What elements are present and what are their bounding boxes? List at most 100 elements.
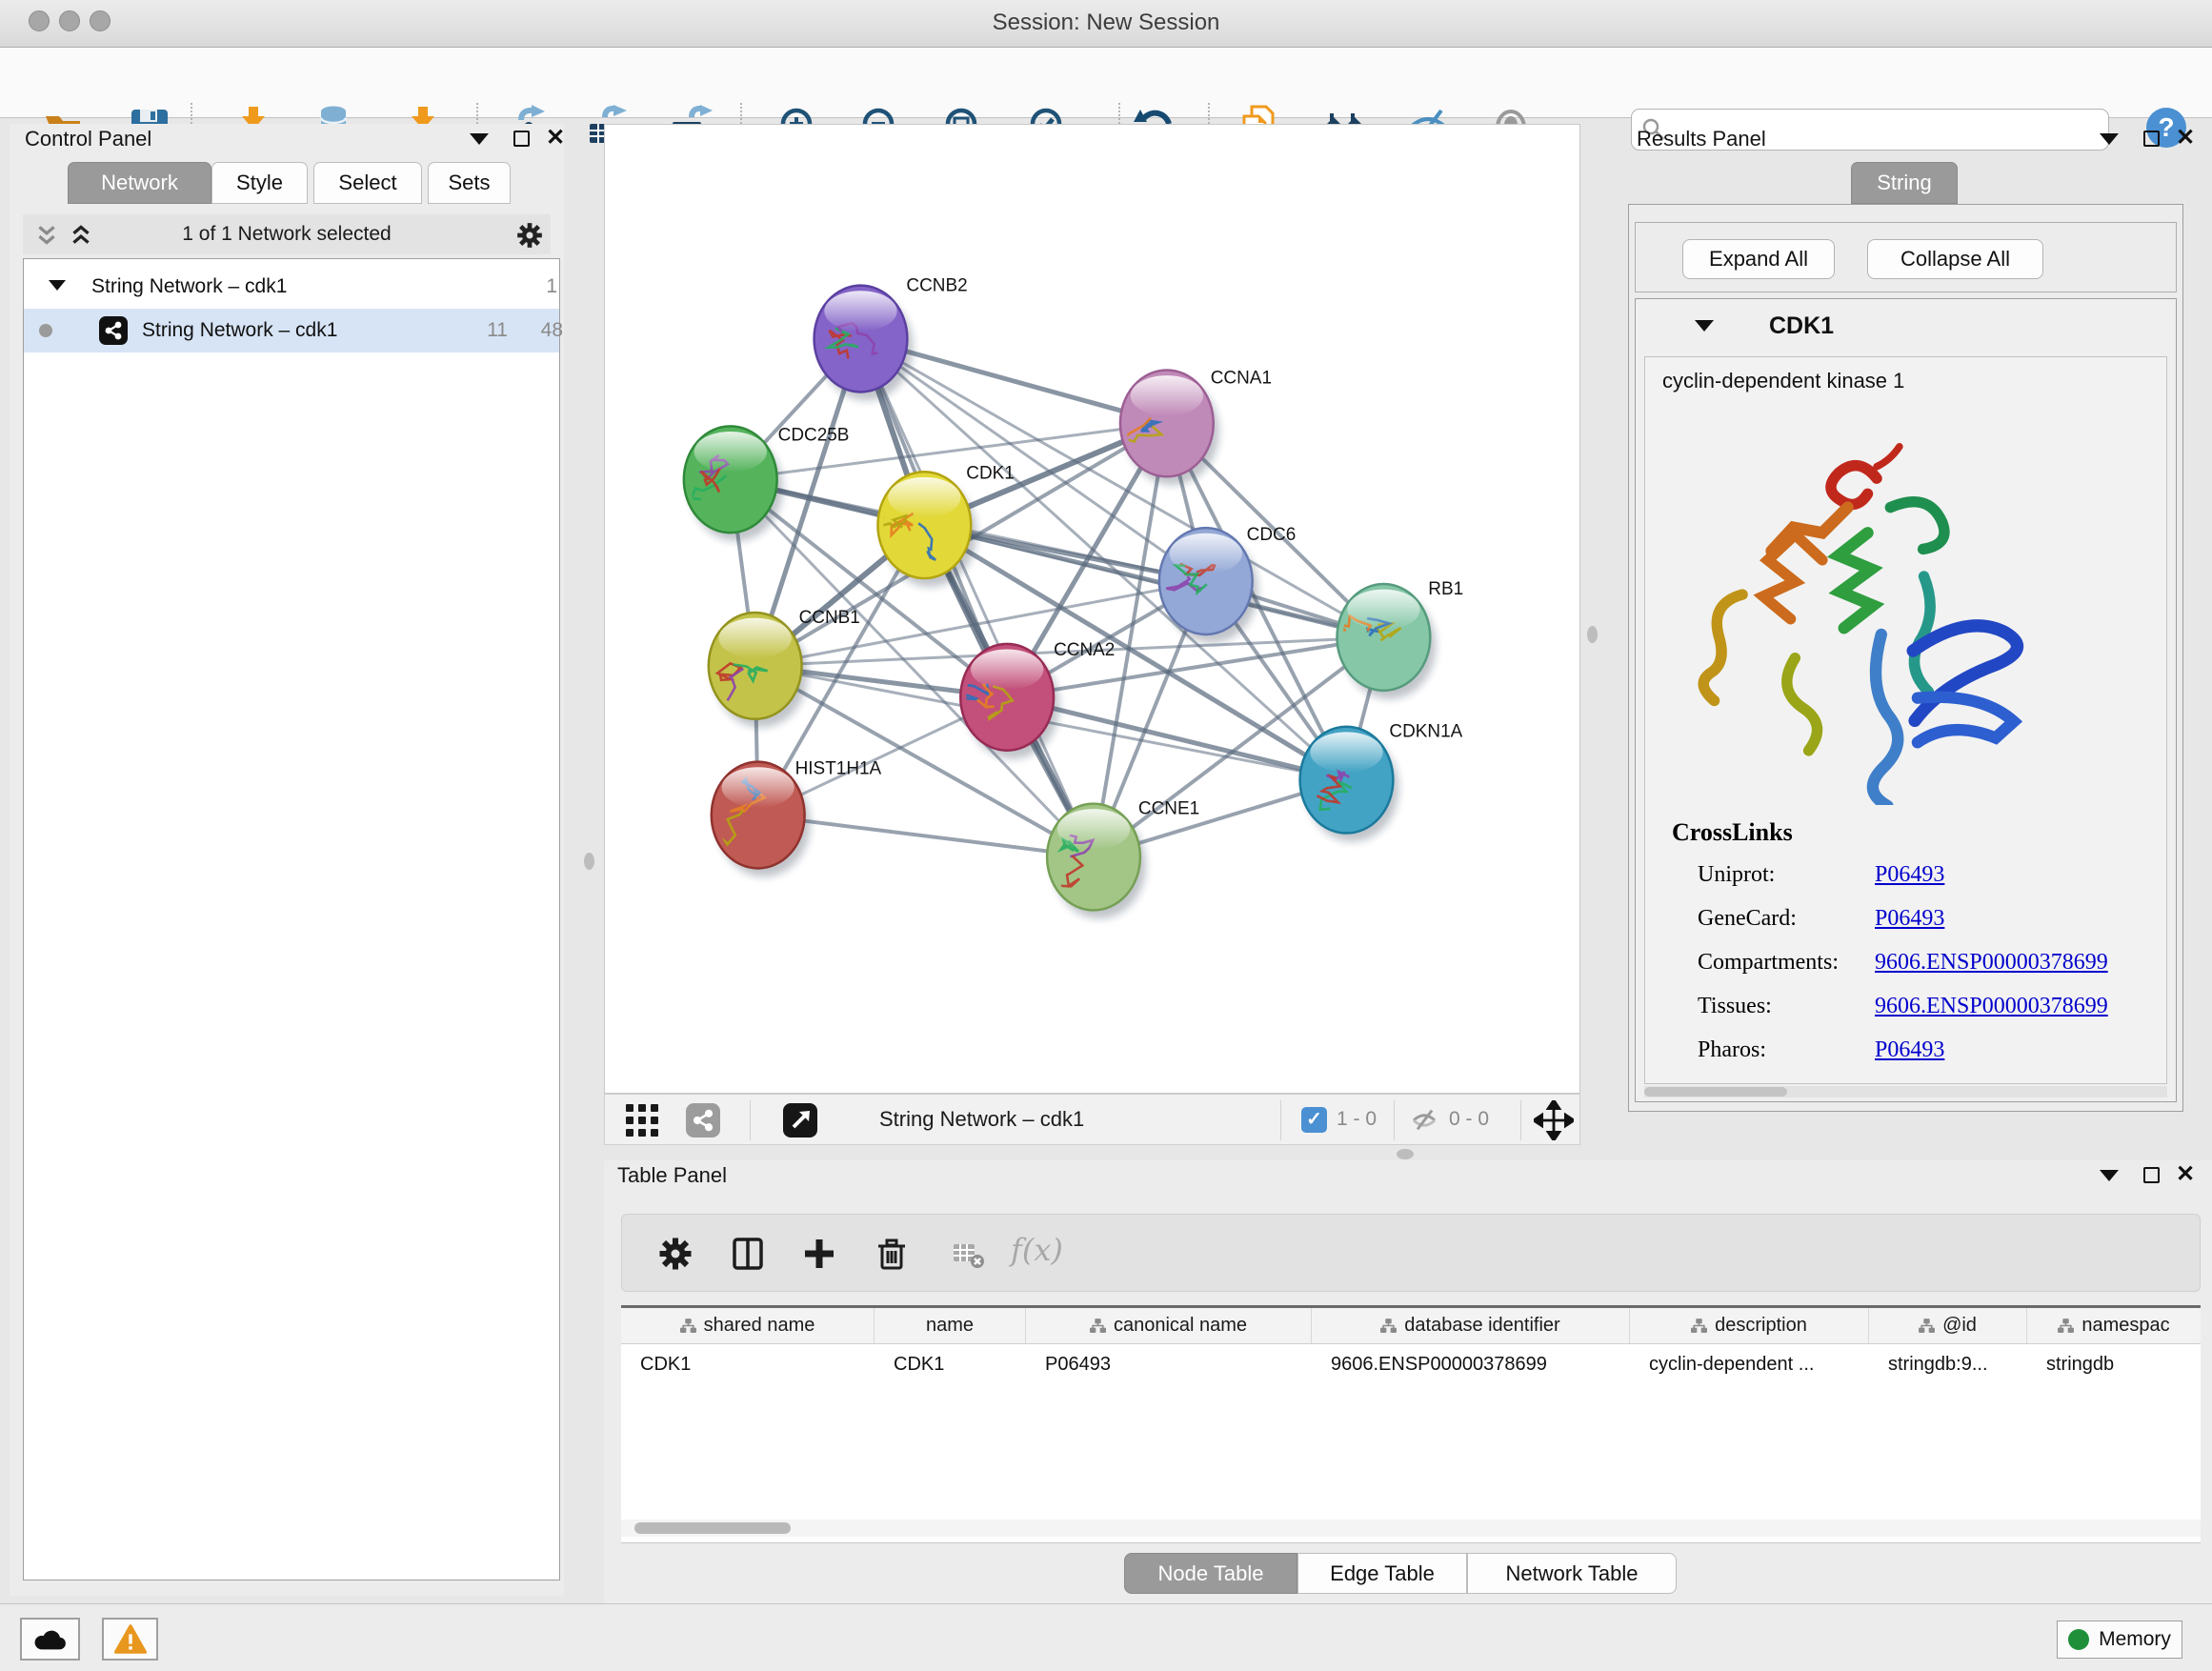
network-selection-bar: 1 of 1 Network selected xyxy=(23,214,551,254)
application-window: Session: New Session xyxy=(0,0,2212,1671)
column-header[interactable]: description xyxy=(1630,1308,1869,1343)
crosslink-link[interactable]: 9606.ENSP00000378699 xyxy=(1875,994,2108,1019)
close-panel-icon[interactable]: ✕ xyxy=(2176,1165,2195,1184)
gear-icon[interactable] xyxy=(658,1237,693,1271)
selected-checkbox-icon[interactable]: ✓ xyxy=(1301,1107,1327,1133)
tab-string[interactable]: String xyxy=(1851,162,1958,204)
right-splitter-handle[interactable] xyxy=(1587,626,1598,643)
tab-edge-table[interactable]: Edge Table xyxy=(1297,1553,1467,1594)
maximize-panel-icon[interactable] xyxy=(2143,131,2160,147)
column-header[interactable]: @id xyxy=(1869,1308,2027,1343)
column-header[interactable]: namespac xyxy=(2027,1308,2201,1343)
crosslink-label: Pharos: xyxy=(1698,1037,1766,1063)
bottom-splitter-handle[interactable] xyxy=(1397,1149,1414,1159)
tab-select[interactable]: Select xyxy=(313,162,422,204)
svg-text:CCNA1: CCNA1 xyxy=(1211,368,1272,388)
network-graph[interactable]: CCNB2CCNA1CDC25BCDK1CDC6RB1CCNB1CCNA2CDK… xyxy=(605,125,1579,1093)
results-panel-title: Results Panel xyxy=(1637,127,1766,151)
collection-label: String Network – cdk1 xyxy=(91,275,287,298)
protein-name: CDK1 xyxy=(1769,312,1834,340)
left-splitter-handle[interactable] xyxy=(584,853,594,870)
float-panel-icon[interactable] xyxy=(2100,1170,2119,1181)
protein-section: CDK1 cyclin-dependent kinase 1 xyxy=(1635,298,2177,1102)
svg-text:HIST1H1A: HIST1H1A xyxy=(795,759,882,779)
maximize-panel-icon[interactable] xyxy=(2143,1167,2160,1183)
control-panel: Control Panel ✕ Network Style Select Set… xyxy=(10,124,564,1596)
column-header[interactable]: canonical name xyxy=(1026,1308,1312,1343)
horizontal-scrollbar[interactable] xyxy=(1644,1086,2167,1097)
expand-all-button[interactable]: Expand All xyxy=(1682,239,1835,279)
network-edge-count: 48 xyxy=(525,319,563,342)
crosslink-label: Compartments: xyxy=(1698,950,1839,976)
protein-details: cyclin-dependent kinase 1 xyxy=(1644,356,2167,1084)
crosslink-label: Tissues: xyxy=(1698,994,1772,1019)
add-column-icon[interactable] xyxy=(802,1237,836,1271)
results-panel: Results Panel ✕ String Expand All Collap… xyxy=(1622,124,2212,1160)
memory-label: Memory xyxy=(2099,1628,2171,1651)
tab-network-table[interactable]: Network Table xyxy=(1467,1553,1677,1594)
svg-text:CDKN1A: CDKN1A xyxy=(1389,722,1462,742)
crosslink-link[interactable]: P06493 xyxy=(1875,906,1944,932)
crosslink-link[interactable]: P06493 xyxy=(1875,862,1944,888)
gear-icon[interactable] xyxy=(516,222,543,249)
float-panel-icon[interactable] xyxy=(2100,133,2119,145)
close-panel-icon[interactable]: ✕ xyxy=(546,129,565,148)
delete-column-icon[interactable] xyxy=(875,1237,909,1271)
memory-button[interactable]: Memory xyxy=(2057,1621,2182,1659)
column-header[interactable]: name xyxy=(875,1308,1026,1343)
network-view-toolbar: String Network – cdk1 ✓ 1 - 0 0 - 0 xyxy=(604,1094,1580,1145)
collection-expand-icon[interactable] xyxy=(49,280,66,291)
expand-collapse-box: Expand All Collapse All xyxy=(1635,222,2177,292)
collapse-all-button[interactable]: Collapse All xyxy=(1867,239,2043,279)
network-view-canvas[interactable]: CCNB2CCNA1CDC25BCDK1CDC6RB1CCNB1CCNA2CDK… xyxy=(604,124,1580,1094)
show-columns-icon[interactable] xyxy=(731,1237,765,1271)
table-horizontal-scrollbar[interactable] xyxy=(621,1520,2201,1537)
birdseye-navigator-icon[interactable] xyxy=(1534,1100,1574,1140)
float-panel-icon[interactable] xyxy=(470,133,489,145)
protein-structure-image xyxy=(1681,424,2036,805)
column-type-icon xyxy=(1691,1318,1707,1334)
table-row[interactable]: CDK1 CDK1 P06493 9606.ENSP00000378699 cy… xyxy=(621,1344,2201,1386)
svg-text:CDC25B: CDC25B xyxy=(778,425,850,445)
tab-node-table[interactable]: Node Table xyxy=(1124,1553,1297,1594)
warning-status-button[interactable] xyxy=(102,1618,158,1661)
tab-network[interactable]: Network xyxy=(68,162,211,204)
network-view-title: String Network – cdk1 xyxy=(879,1107,1084,1132)
svg-text:CDK1: CDK1 xyxy=(966,463,1015,483)
selected-count: 1 - 0 xyxy=(1337,1108,1377,1131)
table-toolbar: f(x) xyxy=(621,1214,2201,1292)
crosslink-link[interactable]: P06493 xyxy=(1875,1037,1944,1063)
memory-status-icon xyxy=(2068,1629,2089,1650)
cloud-status-button[interactable] xyxy=(20,1618,80,1661)
network-tree: String Network – cdk1 1 String Network –… xyxy=(23,258,560,1580)
warning-icon xyxy=(114,1624,147,1654)
column-header[interactable]: database identifier xyxy=(1312,1308,1630,1343)
detach-view-icon[interactable] xyxy=(783,1103,817,1137)
crosslink-label: Uniprot: xyxy=(1698,862,1775,888)
tab-style[interactable]: Style xyxy=(211,162,308,204)
network-node-count: 11 xyxy=(470,319,508,342)
window-title: Session: New Session xyxy=(0,10,2212,36)
current-network-bullet-icon xyxy=(39,324,52,337)
table-panel-title: Table Panel xyxy=(617,1163,727,1188)
network-collection-row[interactable]: String Network – cdk1 1 xyxy=(24,265,559,309)
column-type-icon xyxy=(680,1318,696,1334)
control-panel-title: Control Panel xyxy=(25,127,151,151)
column-header[interactable]: shared name xyxy=(621,1308,875,1343)
crosslink-link[interactable]: 9606.ENSP00000378699 xyxy=(1875,950,2108,976)
node-table[interactable]: shared name name canonical name database… xyxy=(621,1305,2201,1543)
table-panel: Table Panel ✕ f(x) shared name name cano… xyxy=(604,1160,2212,1603)
hidden-eye-icon xyxy=(1410,1107,1438,1134)
maximize-panel-icon[interactable] xyxy=(513,131,530,147)
svg-text:CDC6: CDC6 xyxy=(1247,525,1297,545)
column-type-icon xyxy=(1090,1318,1106,1334)
tab-sets[interactable]: Sets xyxy=(428,162,511,204)
close-panel-icon[interactable]: ✕ xyxy=(2176,129,2195,148)
network-view-icon[interactable] xyxy=(686,1103,720,1137)
network-row[interactable]: String Network – cdk1 11 48 xyxy=(24,309,559,352)
section-collapse-icon[interactable] xyxy=(1695,320,1714,332)
column-type-icon xyxy=(1919,1318,1935,1334)
protein-description: cyclin-dependent kinase 1 xyxy=(1662,369,1904,393)
network-icon xyxy=(99,316,128,345)
grid-view-icon[interactable] xyxy=(626,1104,658,1137)
